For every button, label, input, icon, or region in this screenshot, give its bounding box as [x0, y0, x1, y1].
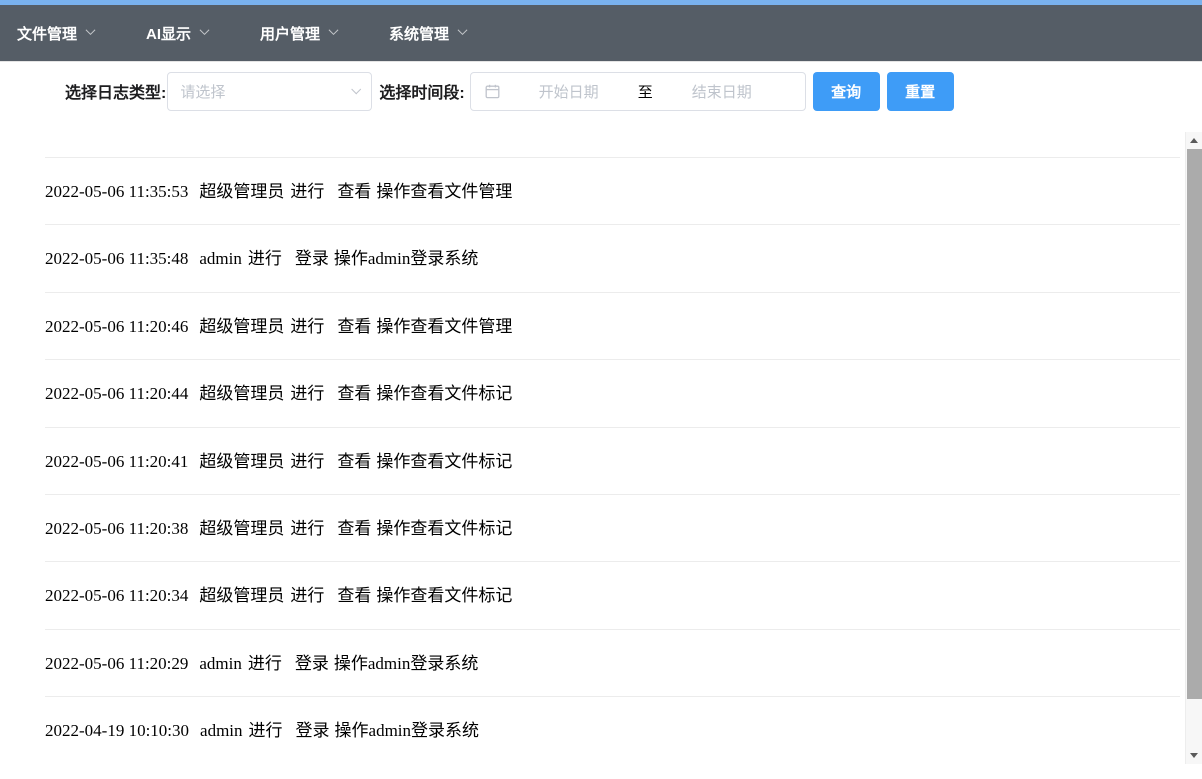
- nav-menu-item[interactable]: AI显示: [129, 5, 228, 61]
- log-time: 2022-04-19 10:10:30: [45, 721, 189, 740]
- log-action: 查看: [337, 452, 371, 471]
- log-action: 登录: [295, 654, 329, 673]
- log-row: 2022-05-06 11:35:48 admin 进行登录操作admin登录系统: [45, 224, 1180, 291]
- log-row: 2022-05-06 11:20:38 超级管理员进行查看操作查看文件标记: [45, 494, 1180, 561]
- log-time: 2022-05-06 11:20:41: [45, 452, 188, 471]
- log-action: 查看: [337, 519, 371, 538]
- log-detail: 操作查看文件标记: [376, 452, 512, 471]
- nav-menu-item[interactable]: 用户管理: [243, 5, 357, 61]
- log-user: 超级管理员: [199, 519, 284, 538]
- main-navbar: 文件管理 AI显示 用户管理 系统管理: [0, 5, 1202, 62]
- log-detail: 操作admin登录系统: [334, 654, 479, 673]
- scrollbar-thumb[interactable]: [1187, 149, 1202, 699]
- scroll-up-icon: [1190, 138, 1198, 143]
- log-user: admin: [199, 654, 242, 673]
- log-time: 2022-05-06 11:20:29: [45, 654, 188, 673]
- log-type-select[interactable]: 请选择: [167, 72, 372, 111]
- date-range-picker[interactable]: 开始日期 至 结束日期: [470, 72, 806, 111]
- log-user: 超级管理员: [199, 586, 284, 605]
- chevron-down-icon: [352, 84, 362, 94]
- nav-menu-label: AI显示: [146, 23, 191, 44]
- log-type-select-placeholder: 请选择: [180, 81, 225, 102]
- log-action: 查看: [337, 317, 371, 336]
- nav-menu-item[interactable]: 文件管理: [0, 5, 114, 61]
- log-verb: 进行: [248, 654, 282, 673]
- log-row: 2022-05-06 11:35:53 超级管理员进行查看操作查看文件管理: [45, 157, 1180, 224]
- log-verb: 进行: [290, 519, 324, 538]
- log-row: 2022-05-06 11:20:41 超级管理员进行查看操作查看文件标记: [45, 427, 1180, 494]
- log-action: 查看: [337, 586, 371, 605]
- log-row: 2022-05-06 11:20:46 超级管理员进行查看操作查看文件管理: [45, 292, 1180, 359]
- log-verb: 进行: [290, 384, 324, 403]
- log-action: 查看: [337, 182, 371, 201]
- scrollbar-down-button[interactable]: [1186, 747, 1202, 764]
- log-time: 2022-05-06 11:35:53: [45, 182, 188, 201]
- log-time: 2022-05-06 11:20:46: [45, 317, 188, 336]
- log-time: 2022-05-06 11:20:38: [45, 519, 188, 538]
- log-detail: 操作查看文件标记: [376, 384, 512, 403]
- log-row: 2022-05-06 11:20:34 超级管理员进行查看操作查看文件标记: [45, 561, 1180, 628]
- log-verb: 进行: [290, 452, 324, 471]
- log-user: 超级管理员: [199, 317, 284, 336]
- log-user: 超级管理员: [199, 384, 284, 403]
- log-action: 查看: [337, 384, 371, 403]
- query-button[interactable]: 查询: [813, 72, 880, 111]
- log-user: 超级管理员: [199, 182, 284, 201]
- log-verb: 进行: [248, 249, 282, 268]
- nav-menu-item[interactable]: 系统管理: [372, 5, 486, 61]
- log-action: 登录: [296, 721, 330, 740]
- vertical-scrollbar[interactable]: [1185, 132, 1202, 764]
- log-detail: 操作查看文件标记: [376, 586, 512, 605]
- chevron-down-icon: [200, 25, 210, 35]
- log-user: admin: [199, 249, 242, 268]
- log-list: 2022-05-06 11:35:53超级管理员进行查看操作查看文件管理 202…: [0, 157, 1180, 764]
- chevron-down-icon: [86, 25, 96, 35]
- chevron-down-icon: [458, 25, 468, 35]
- calendar-icon: [485, 84, 500, 99]
- end-date-input[interactable]: 结束日期: [653, 81, 791, 102]
- log-verb: 进行: [249, 721, 283, 740]
- log-list-area: 2022-05-06 11:35:53超级管理员进行查看操作查看文件管理 202…: [0, 132, 1202, 764]
- filter-bar: 选择日志类型: 请选择 选择时间段: 开始日期 至 结束日期 查询 重置: [65, 71, 1202, 111]
- log-detail: 操作admin登录系统: [334, 249, 479, 268]
- log-row: 2022-04-19 10:10:30 admin 进行登录操作admin登录系统: [45, 696, 1180, 763]
- reset-button[interactable]: 重置: [887, 72, 954, 111]
- nav-menu-label: 文件管理: [17, 23, 77, 44]
- chevron-down-icon: [329, 25, 339, 35]
- nav-menu-label: 用户管理: [260, 23, 320, 44]
- log-type-label: 选择日志类型:: [65, 79, 166, 103]
- log-user: admin: [200, 721, 243, 740]
- nav-menu-label: 系统管理: [389, 23, 449, 44]
- log-time: 2022-05-06 11:20:34: [45, 586, 188, 605]
- log-time: 2022-05-06 11:20:44: [45, 384, 188, 403]
- log-row: 2022-05-06 11:20:29 admin 进行登录操作admin登录系统: [45, 629, 1180, 696]
- date-range-separator: 至: [638, 81, 653, 102]
- scroll-down-icon: [1190, 753, 1198, 758]
- time-range-label: 选择时间段:: [379, 79, 464, 103]
- start-date-input[interactable]: 开始日期: [500, 81, 638, 102]
- log-user: 超级管理员: [199, 452, 284, 471]
- log-detail: 操作admin登录系统: [335, 721, 480, 740]
- log-detail: 操作查看文件管理: [376, 182, 512, 201]
- log-verb: 进行: [290, 182, 324, 201]
- scrollbar-up-button[interactable]: [1186, 132, 1202, 149]
- log-row: 2022-05-06 11:20:44 超级管理员进行查看操作查看文件标记: [45, 359, 1180, 426]
- log-detail: 操作查看文件标记: [376, 519, 512, 538]
- log-time: 2022-05-06 11:35:48: [45, 249, 188, 268]
- log-verb: 进行: [290, 317, 324, 336]
- log-detail: 操作查看文件管理: [376, 317, 512, 336]
- log-action: 登录: [295, 249, 329, 268]
- log-verb: 进行: [290, 586, 324, 605]
